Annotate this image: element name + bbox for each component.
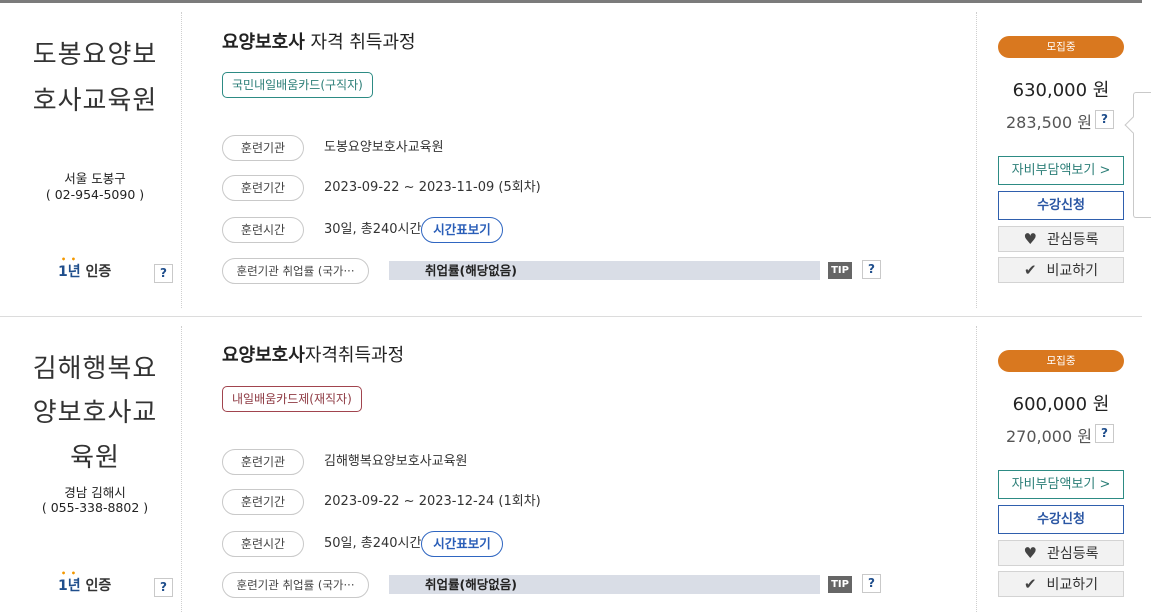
employment-help-button[interactable]: ? bbox=[862, 574, 881, 593]
status-badge: 모집중 bbox=[998, 36, 1124, 58]
check-icon: ✔ bbox=[1023, 575, 1037, 593]
institution-name-line: 김해행복요 bbox=[32, 354, 158, 384]
institution-phone: ( 02-954-5090 ) bbox=[45, 187, 145, 202]
course-title-rest: 자격취득과정 bbox=[304, 345, 405, 366]
course-card: 도봉요양보 호사교육원 서울 도봉구 ( 02-954-5090 ) • • 1… bbox=[0, 12, 1151, 312]
course-title-bold: 요양보호사 bbox=[222, 32, 305, 53]
cert-dots-icon: • • bbox=[61, 569, 78, 578]
row-value-hours: 30일, 총240시간 bbox=[324, 222, 422, 237]
row-label-period: 훈련기간 bbox=[222, 175, 304, 201]
compare-label: 비교하기 bbox=[1046, 263, 1099, 279]
certification-badge: • • 1년 인증 bbox=[58, 569, 112, 595]
wishlist-label: 관심등록 bbox=[1046, 546, 1099, 562]
institution-name-line: 육원 bbox=[70, 443, 120, 473]
column-divider bbox=[181, 326, 182, 612]
row-label-period: 훈련기간 bbox=[222, 489, 304, 515]
row-value-institution: 도봉요양보호사교육원 bbox=[324, 140, 444, 155]
employment-rate-label[interactable]: 훈련기관 취업률 (국가··· bbox=[222, 258, 369, 284]
card-type-tag: 국민내일배움카드(구직자) bbox=[222, 72, 373, 98]
course-title[interactable]: 요양보호사 자격 취득과정 bbox=[222, 28, 416, 54]
row-value-period: 2023-09-22 ~ 2023-11-09 (5회차) bbox=[324, 180, 541, 195]
course-title[interactable]: 요양보호사자격취득과정 bbox=[222, 341, 404, 367]
compare-button[interactable]: ✔ 비교하기 bbox=[998, 571, 1124, 597]
row-value-period: 2023-09-22 ~ 2023-12-24 (1회차) bbox=[324, 494, 541, 509]
employment-rate-label[interactable]: 훈련기관 취업률 (국가··· bbox=[222, 572, 369, 598]
column-divider bbox=[976, 12, 977, 308]
course-title-rest: 자격 취득과정 bbox=[304, 32, 416, 53]
cert-label: 인증 bbox=[85, 578, 112, 594]
institution-region: 경남 김해시 bbox=[64, 485, 126, 500]
apply-button[interactable]: 수강신청 bbox=[998, 505, 1124, 534]
status-badge: 모집중 bbox=[998, 350, 1124, 372]
self-pay-tooltip bbox=[1133, 92, 1151, 218]
tip-badge[interactable]: TIP bbox=[828, 262, 852, 279]
compare-label: 비교하기 bbox=[1046, 577, 1099, 593]
wishlist-button[interactable]: ♥ 관심등록 bbox=[998, 540, 1124, 566]
row-label-hours: 훈련시간 bbox=[222, 531, 304, 557]
timetable-button[interactable]: 시간표보기 bbox=[421, 531, 503, 557]
self-pay-price: 270,000 원 bbox=[1006, 427, 1092, 446]
cert-help-button[interactable]: ? bbox=[154, 578, 173, 597]
cert-label: 인증 bbox=[85, 264, 112, 280]
row-label-hours: 훈련시간 bbox=[222, 217, 304, 243]
institution-region: 서울 도봉구 bbox=[64, 171, 126, 186]
certification-badge: • • 1년 인증 bbox=[58, 255, 112, 281]
wishlist-button[interactable]: ♥ 관심등록 bbox=[998, 226, 1124, 252]
course-price: 600,000 원 bbox=[1012, 394, 1110, 415]
apply-button[interactable]: 수강신청 bbox=[998, 191, 1124, 220]
row-label-institution: 훈련기관 bbox=[222, 135, 304, 161]
institution-name-line: 호사교육원 bbox=[32, 86, 158, 116]
institution-phone: ( 055-338-8802 ) bbox=[41, 500, 149, 515]
employment-help-button[interactable]: ? bbox=[862, 260, 881, 279]
cert-help-button[interactable]: ? bbox=[154, 264, 173, 283]
employment-rate-bar: 취업률(해당없음) bbox=[389, 575, 820, 594]
course-card: 김해행복요 양보호사교 육원 경남 김해시 ( 055-338-8802 ) •… bbox=[0, 326, 1151, 612]
compare-button[interactable]: ✔ 비교하기 bbox=[998, 257, 1124, 283]
self-pay-view-button[interactable]: 자비부담액보기 > bbox=[998, 156, 1124, 185]
row-label-institution: 훈련기관 bbox=[222, 449, 304, 475]
heart-icon: ♥ bbox=[1023, 544, 1037, 562]
self-pay-price: 283,500 원 bbox=[1006, 113, 1092, 132]
price-help-button[interactable]: ? bbox=[1095, 424, 1114, 443]
column-divider bbox=[181, 12, 182, 308]
price-help-button[interactable]: ? bbox=[1095, 110, 1114, 129]
column-divider bbox=[976, 326, 977, 612]
check-icon: ✔ bbox=[1023, 261, 1037, 279]
heart-icon: ♥ bbox=[1023, 230, 1037, 248]
cert-dots-icon: • • bbox=[61, 255, 78, 264]
row-value-hours: 50일, 총240시간 bbox=[324, 536, 422, 551]
course-title-bold: 요양보호사 bbox=[222, 345, 305, 366]
self-pay-view-button[interactable]: 자비부담액보기 > bbox=[998, 470, 1124, 499]
course-price: 630,000 원 bbox=[1012, 80, 1110, 101]
wishlist-label: 관심등록 bbox=[1046, 232, 1099, 248]
card-type-tag: 내일배움카드제(재직자) bbox=[222, 386, 362, 412]
row-value-institution: 김해행복요양보호사교육원 bbox=[324, 454, 468, 469]
top-border bbox=[0, 0, 1142, 3]
timetable-button[interactable]: 시간표보기 bbox=[421, 217, 503, 243]
card-separator bbox=[0, 316, 1142, 317]
tip-badge[interactable]: TIP bbox=[828, 576, 852, 593]
employment-rate-bar: 취업률(해당없음) bbox=[389, 261, 820, 280]
institution-name-line: 도봉요양보 bbox=[32, 40, 158, 70]
cert-years: 1년 bbox=[58, 264, 81, 280]
institution-name-line: 양보호사교 bbox=[32, 398, 158, 428]
cert-years: 1년 bbox=[58, 578, 81, 594]
